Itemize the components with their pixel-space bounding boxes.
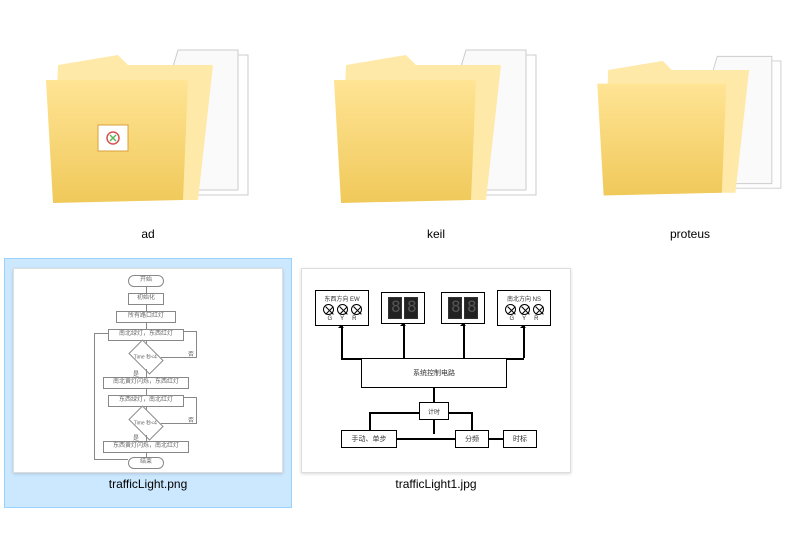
folder-item-proteus[interactable]: proteus [580,8,800,258]
image-label: trafficLight.png [109,475,188,491]
folder-label: keil [427,225,445,241]
image-label: trafficLight1.jpg [395,475,476,491]
folder-label: proteus [670,225,710,241]
image-thumbnail: 东西方向 EW G Y R [301,265,571,475]
image-item-trafficlight1-jpg[interactable]: 东西方向 EW G Y R [292,258,580,508]
folder-icon [13,15,283,225]
image-thumbnail: 开始 初始化 所有路口红灯 南北绿灯，东西红灯 Time 秒<4 否 是 南北黄… [13,265,283,475]
image-item-trafficlight-png[interactable]: 开始 初始化 所有路口红灯 南北绿灯，东西红灯 Time 秒<4 否 是 南北黄… [4,258,292,508]
folder-icon [585,15,795,225]
file-grid: ad keil [0,0,805,516]
folder-item-keil[interactable]: keil [292,8,580,258]
folder-icon [301,15,571,225]
folder-item-ad[interactable]: ad [4,8,292,258]
folder-label: ad [141,225,154,241]
